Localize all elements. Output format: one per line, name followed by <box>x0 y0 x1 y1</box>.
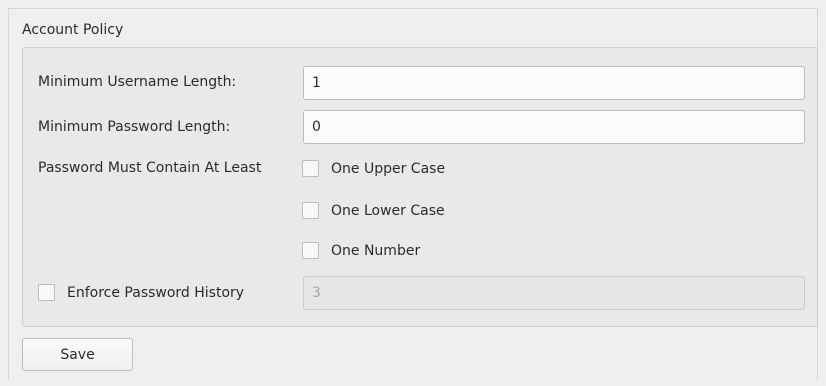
save-button[interactable]: Save <box>22 338 133 371</box>
number-checkbox[interactable] <box>302 242 319 259</box>
password-history-input[interactable]: 3 <box>303 276 805 310</box>
upper-case-checkbox[interactable] <box>302 160 319 177</box>
min-username-input[interactable]: 1 <box>303 66 805 100</box>
number-label: One Number <box>331 242 421 259</box>
min-username-label: Minimum Username Length: <box>38 74 237 90</box>
lower-case-label: One Lower Case <box>331 202 445 219</box>
account-policy-window: Account Policy Minimum Username Length: … <box>0 0 826 386</box>
checkbox-upper-case[interactable]: One Upper Case <box>302 160 445 177</box>
enforce-history-checkbox[interactable] <box>38 284 55 301</box>
enforce-history-row[interactable]: Enforce Password History <box>38 284 244 301</box>
password-contains-label: Password Must Contain At Least <box>38 160 262 176</box>
lower-case-checkbox[interactable] <box>302 202 319 219</box>
group-title: Account Policy <box>22 22 124 38</box>
checkbox-number[interactable]: One Number <box>302 242 420 259</box>
enforce-history-label: Enforce Password History <box>67 284 245 301</box>
upper-case-label: One Upper Case <box>331 160 446 177</box>
checkbox-lower-case[interactable]: One Lower Case <box>302 202 445 219</box>
min-password-label: Minimum Password Length: <box>38 119 231 135</box>
min-password-input[interactable]: 0 <box>303 110 805 144</box>
